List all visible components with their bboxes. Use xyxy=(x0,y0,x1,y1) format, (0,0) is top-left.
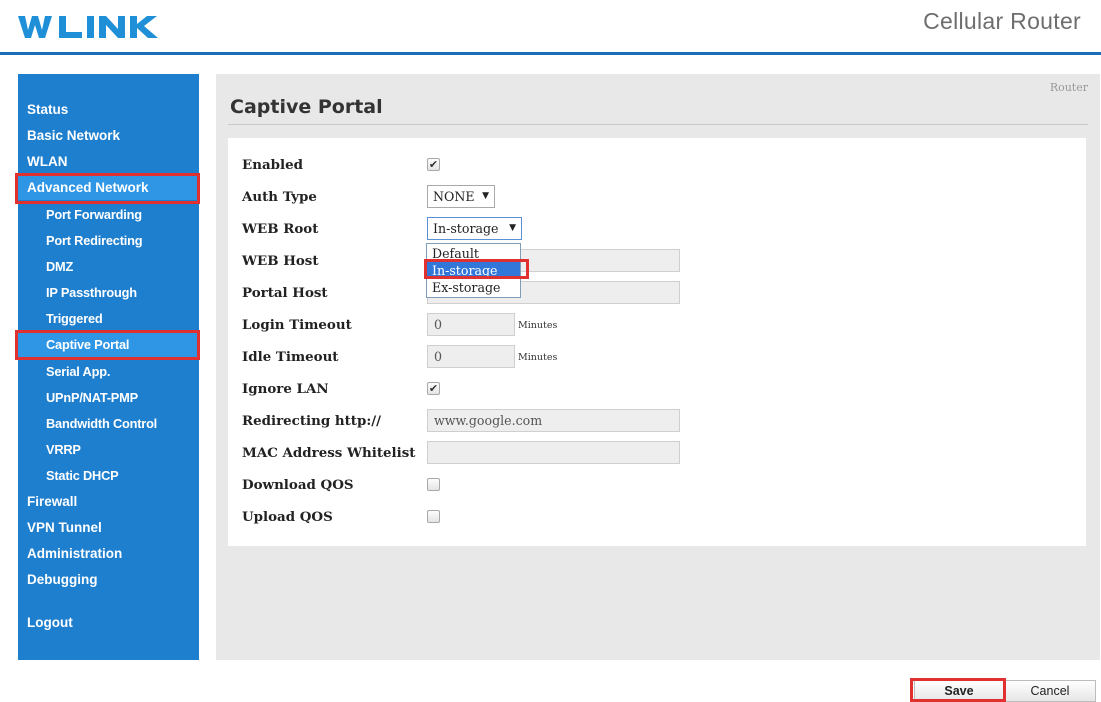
sidebar-item-basic-network[interactable]: Basic Network xyxy=(18,124,199,148)
breadcrumb: Router xyxy=(1049,81,1088,94)
row-login-timeout: Login Timeout 0 Minutes xyxy=(242,313,1072,337)
cancel-button[interactable]: Cancel xyxy=(1004,680,1096,702)
mac-whitelist-label: MAC Address Whitelist xyxy=(242,445,416,461)
sidebar-item-bandwidth-control[interactable]: Bandwidth Control xyxy=(18,412,199,436)
row-redirecting: Redirecting http:// www.google.com xyxy=(242,409,1072,433)
sidebar-item-logout[interactable]: Logout xyxy=(18,611,199,635)
idle-timeout-unit: Minutes xyxy=(518,352,558,363)
sidebar-item-ip-passthrough[interactable]: IP Passthrough xyxy=(18,281,199,305)
save-button[interactable]: Save xyxy=(914,680,1004,702)
row-web-root: WEB Root In-storage ▼ xyxy=(242,217,1072,241)
row-auth-type: Auth Type NONE ▼ xyxy=(242,185,1072,209)
web-host-label: WEB Host xyxy=(242,253,319,269)
settings-panel: Enabled ✔ Auth Type NONE ▼ WEB Root In-s… xyxy=(228,138,1086,546)
chevron-down-icon: ▼ xyxy=(509,223,516,233)
login-timeout-label: Login Timeout xyxy=(242,317,352,333)
sidebar-item-administration[interactable]: Administration xyxy=(18,542,199,566)
sidebar-item-port-redirecting[interactable]: Port Redirecting xyxy=(18,229,199,253)
sidebar-item-advanced-network[interactable]: Advanced Network xyxy=(18,176,199,200)
row-mac-whitelist: MAC Address Whitelist xyxy=(242,441,1072,465)
sidebar-item-status[interactable]: Status xyxy=(18,98,199,122)
web-root-option-in-storage[interactable]: In-storage xyxy=(427,262,520,279)
sidebar-item-vrrp[interactable]: VRRP xyxy=(18,438,199,462)
portal-host-label: Portal Host xyxy=(242,285,328,301)
sidebar-item-port-forwarding[interactable]: Port Forwarding xyxy=(18,203,199,227)
header-divider xyxy=(0,52,1101,55)
row-ignore-lan: Ignore LAN ✔ xyxy=(242,377,1072,401)
row-web-host: WEB Host xyxy=(242,249,1072,273)
sidebar-item-dmz[interactable]: DMZ xyxy=(18,255,199,279)
upload-qos-checkbox[interactable] xyxy=(427,510,440,523)
web-root-select[interactable]: In-storage ▼ xyxy=(427,217,522,240)
auth-type-select[interactable]: NONE ▼ xyxy=(427,185,495,208)
sidebar-item-firewall[interactable]: Firewall xyxy=(18,490,199,514)
redirecting-input[interactable]: www.google.com xyxy=(427,409,680,432)
web-root-dropdown-list: Default In-storage Ex-storage xyxy=(426,243,521,298)
web-root-value: In-storage xyxy=(433,221,499,236)
row-enabled: Enabled ✔ xyxy=(242,153,1072,177)
enabled-checkbox[interactable]: ✔ xyxy=(427,158,440,171)
sidebar-item-vpn-tunnel[interactable]: VPN Tunnel xyxy=(18,516,199,540)
web-root-label: WEB Root xyxy=(242,221,319,237)
upload-qos-label: Upload QOS xyxy=(242,509,333,525)
wlink-logo xyxy=(18,16,158,38)
sidebar-item-serial-app[interactable]: Serial App. xyxy=(18,360,199,384)
main-content: Router Captive Portal Enabled ✔ Auth Typ… xyxy=(216,74,1100,660)
chevron-down-icon: ▼ xyxy=(482,191,489,201)
download-qos-checkbox[interactable] xyxy=(427,478,440,491)
row-idle-timeout: Idle Timeout 0 Minutes xyxy=(242,345,1072,369)
idle-timeout-input[interactable]: 0 xyxy=(427,345,515,368)
download-qos-label: Download QOS xyxy=(242,477,354,493)
login-timeout-unit: Minutes xyxy=(518,320,558,331)
sidebar-item-upnp-nat-pmp[interactable]: UPnP/NAT-PMP xyxy=(18,386,199,410)
page-title: Captive Portal xyxy=(230,96,383,118)
web-root-option-ex-storage[interactable]: Ex-storage xyxy=(427,279,520,296)
sidebar-item-static-dhcp[interactable]: Static DHCP xyxy=(18,464,199,488)
sidebar-nav: Status Basic Network WLAN Advanced Netwo… xyxy=(18,74,199,660)
sidebar-item-captive-portal[interactable]: Captive Portal xyxy=(18,333,199,357)
web-root-option-default[interactable]: Default xyxy=(427,245,520,262)
redirecting-label: Redirecting http:// xyxy=(242,413,382,429)
row-portal-host: Portal Host xyxy=(242,281,1072,305)
ignore-lan-label: Ignore LAN xyxy=(242,381,329,397)
ignore-lan-checkbox[interactable]: ✔ xyxy=(427,382,440,395)
sidebar-item-wlan[interactable]: WLAN xyxy=(18,150,199,174)
idle-timeout-label: Idle Timeout xyxy=(242,349,339,365)
auth-type-value: NONE xyxy=(433,189,475,204)
login-timeout-input[interactable]: 0 xyxy=(427,313,515,336)
enabled-label: Enabled xyxy=(242,157,303,173)
sidebar-item-debugging[interactable]: Debugging xyxy=(18,568,199,592)
auth-type-label: Auth Type xyxy=(242,189,317,205)
title-divider xyxy=(228,124,1088,125)
product-name: Cellular Router xyxy=(923,8,1081,34)
row-download-qos: Download QOS xyxy=(242,473,1072,497)
row-upload-qos: Upload QOS xyxy=(242,505,1072,529)
sidebar-item-triggered[interactable]: Triggered xyxy=(18,307,199,331)
mac-whitelist-input[interactable] xyxy=(427,441,680,464)
